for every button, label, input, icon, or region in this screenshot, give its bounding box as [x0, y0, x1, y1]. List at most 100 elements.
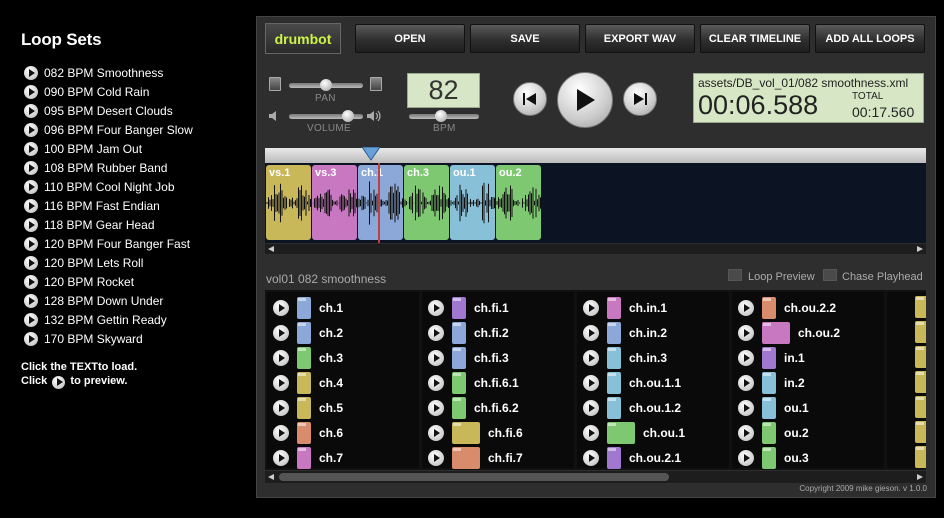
preview-play-icon[interactable] — [583, 299, 599, 316]
loop-preview-checkbox[interactable] — [728, 269, 742, 281]
loop-set-label[interactable]: 082 BPM Smoothness — [44, 66, 163, 80]
loop-label[interactable]: ch.ou.1.1 — [629, 376, 681, 390]
loop-label[interactable]: ch.fi.6 — [488, 426, 523, 440]
add-all-loops-button[interactable]: ADD ALL LOOPS — [815, 24, 925, 53]
preview-play-icon[interactable] — [428, 424, 444, 441]
loop-thumbnail[interactable] — [607, 296, 621, 319]
loop-thumbnail[interactable] — [452, 446, 480, 469]
loop-item[interactable]: ch.3 — [273, 345, 343, 370]
loop-set-item[interactable]: 120 BPM Rocket — [24, 272, 193, 291]
preview-play-icon[interactable] — [738, 299, 754, 316]
loop-thumbnail[interactable] — [762, 421, 776, 444]
loop-set-item[interactable]: 132 BPM Gettin Ready — [24, 310, 193, 329]
scrollbar-thumb[interactable] — [279, 473, 669, 481]
preview-play-icon[interactable] — [24, 160, 38, 175]
scroll-left-icon[interactable] — [268, 474, 274, 480]
loop-item[interactable]: ch.ou.2 — [738, 320, 840, 345]
loop-set-item[interactable]: 118 BPM Gear Head — [24, 215, 193, 234]
preview-play-icon[interactable] — [583, 324, 599, 341]
preview-play-icon[interactable] — [24, 84, 38, 99]
preview-play-icon[interactable] — [273, 349, 289, 366]
loop-item[interactable]: ch.2 — [273, 320, 343, 345]
preview-play-icon[interactable] — [273, 299, 289, 316]
timeline-clip[interactable]: vs.3 — [312, 165, 357, 240]
loop-item[interactable]: ch.fi.1 — [428, 295, 509, 320]
timeline-track[interactable]: vs.1 vs.3 ch.1 ch.3 ou.1 ou.2 — [265, 163, 926, 243]
preview-play-icon[interactable] — [738, 424, 754, 441]
loop-label[interactable]: ch.fi.1 — [474, 301, 509, 315]
loop-label[interactable]: ch.in.1 — [629, 301, 667, 315]
preview-play-icon[interactable] — [583, 424, 599, 441]
loop-thumbnail[interactable] — [297, 321, 311, 344]
loop-label[interactable]: ch.fi.2 — [474, 326, 509, 340]
loop-label[interactable]: ch.ou.2.2 — [784, 301, 836, 315]
loop-item[interactable]: ch.fi.6 — [428, 420, 523, 445]
loop-label[interactable]: ch.fi.6.2 — [474, 401, 519, 415]
pan-slider[interactable] — [289, 79, 363, 91]
loop-label[interactable]: ch.fi.3 — [474, 351, 509, 365]
preview-play-icon[interactable] — [583, 374, 599, 391]
scroll-right-icon[interactable] — [917, 474, 923, 480]
loop-thumbnail[interactable] — [915, 396, 926, 418]
loop-label[interactable]: ch.5 — [319, 401, 343, 415]
loop-thumbnail[interactable] — [762, 296, 776, 319]
loop-set-item[interactable]: 096 BPM Four Banger Slow — [24, 120, 193, 139]
preview-play-icon[interactable] — [738, 324, 754, 341]
preview-play-icon[interactable] — [24, 141, 38, 156]
loop-thumbnail[interactable] — [452, 321, 466, 344]
loop-set-label[interactable]: 120 BPM Four Banger Fast — [44, 237, 190, 251]
loop-label[interactable]: ch.7 — [319, 451, 343, 465]
preview-play-icon[interactable] — [24, 293, 38, 308]
preview-play-icon[interactable] — [583, 449, 599, 466]
loop-thumbnail[interactable] — [607, 321, 621, 344]
loop-item[interactable]: ch.fi.6.1 — [428, 370, 519, 395]
loop-label[interactable]: ou.1 — [784, 401, 809, 415]
loop-thumbnail[interactable] — [762, 321, 790, 344]
scroll-right-icon[interactable] — [917, 246, 923, 252]
loop-set-item[interactable]: 120 BPM Lets Roll — [24, 253, 193, 272]
preview-play-icon[interactable] — [583, 399, 599, 416]
preview-play-icon[interactable] — [428, 299, 444, 316]
loop-thumbnail[interactable] — [915, 296, 926, 318]
loop-label[interactable]: ch.ou.2 — [798, 326, 840, 340]
loop-label[interactable]: ch.6 — [319, 426, 343, 440]
loop-set-label[interactable]: 132 BPM Gettin Ready — [44, 313, 167, 327]
loop-label[interactable]: ch.ou.1.2 — [629, 401, 681, 415]
loop-item[interactable]: in.2 — [738, 370, 805, 395]
loop-item[interactable]: ch.fi.3 — [428, 345, 509, 370]
loop-thumbnail[interactable] — [297, 421, 311, 444]
loop-thumbnail[interactable] — [452, 396, 466, 419]
loop-item[interactable]: ch.5 — [273, 395, 343, 420]
preview-play-icon[interactable] — [24, 179, 38, 194]
loop-item[interactable]: ch.6 — [273, 420, 343, 445]
loop-item[interactable]: ch.in.1 — [583, 295, 667, 320]
loop-thumbnail[interactable] — [915, 321, 926, 343]
loop-set-item[interactable]: 128 BPM Down Under — [24, 291, 193, 310]
preview-play-icon[interactable] — [24, 103, 38, 118]
preview-play-icon[interactable] — [24, 255, 38, 270]
loop-thumbnail[interactable] — [297, 296, 311, 319]
chase-playhead-checkbox[interactable] — [823, 269, 837, 281]
loop-set-item[interactable]: 120 BPM Four Banger Fast — [24, 234, 193, 253]
preview-play-icon[interactable] — [428, 349, 444, 366]
loop-item[interactable]: ch.4 — [273, 370, 343, 395]
preview-play-icon[interactable] — [428, 399, 444, 416]
timeline-clip[interactable]: vs.1 — [266, 165, 311, 240]
clear-timeline-button[interactable]: CLEAR TIMELINE — [700, 24, 810, 53]
volume-slider[interactable] — [289, 110, 363, 122]
preview-play-icon[interactable] — [428, 374, 444, 391]
loop-thumbnail[interactable] — [915, 446, 926, 468]
loop-label[interactable]: in.1 — [784, 351, 805, 365]
loop-thumbnail[interactable] — [452, 296, 466, 319]
loop-item[interactable]: ch.ou.2.1 — [583, 445, 681, 470]
loop-label[interactable]: ch.4 — [319, 376, 343, 390]
loop-label[interactable]: ch.ou.2.1 — [629, 451, 681, 465]
loop-label[interactable]: ch.ou.1 — [643, 426, 685, 440]
loop-item[interactable]: ch.7 — [273, 445, 343, 470]
loop-item[interactable]: ch.in.2 — [583, 320, 667, 345]
loop-set-label[interactable]: 100 BPM Jam Out — [44, 142, 142, 156]
loop-set-item[interactable]: 110 BPM Cool Night Job — [24, 177, 193, 196]
loop-thumbnail[interactable] — [297, 396, 311, 419]
skip-forward-button[interactable] — [623, 82, 657, 116]
loop-set-label[interactable]: 116 BPM Fast Endian — [44, 199, 160, 213]
